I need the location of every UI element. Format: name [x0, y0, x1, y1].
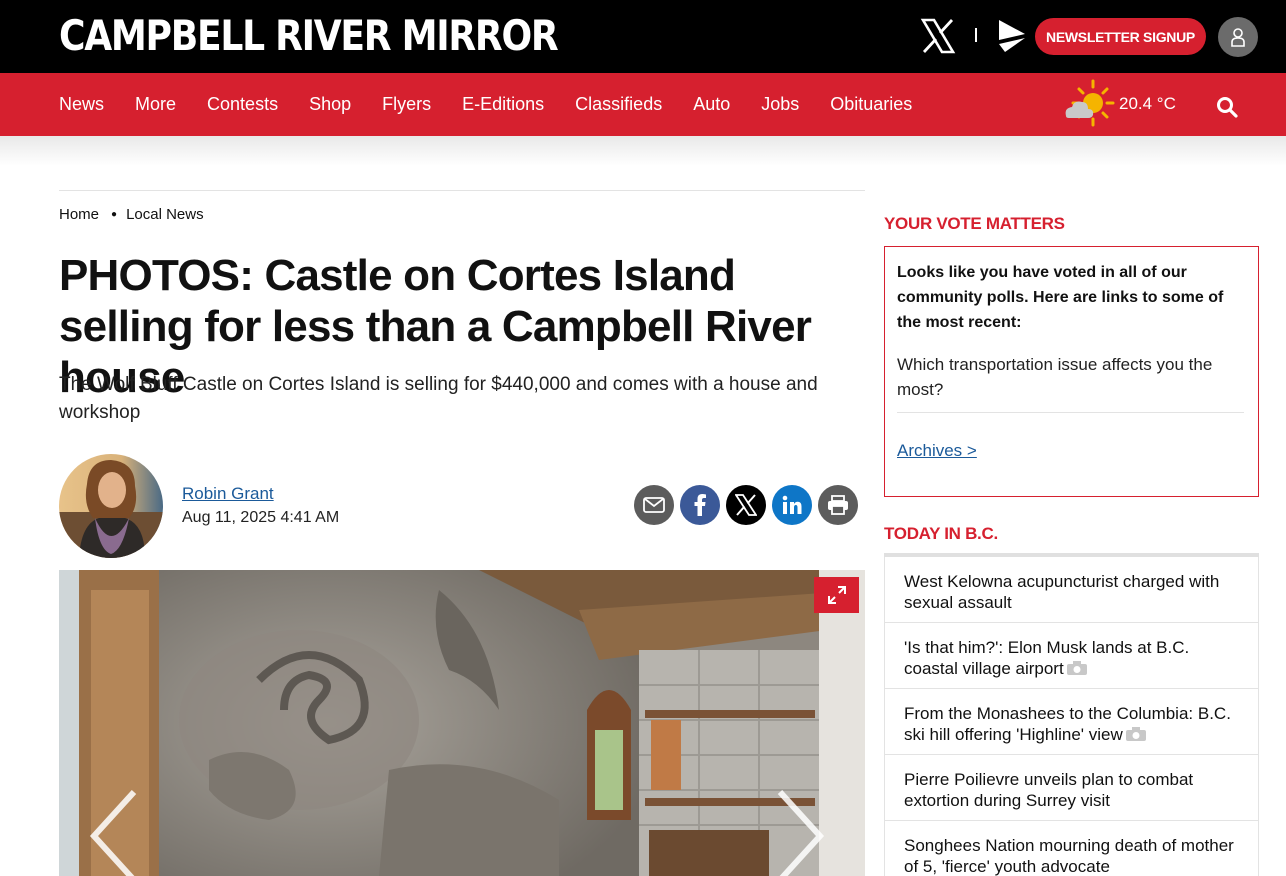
- publish-date: Aug 11, 2025 4:41 AM: [182, 509, 340, 526]
- camera-icon: [1066, 661, 1087, 675]
- list-item[interactable]: Pierre Poilievre unveils plan to combat …: [884, 755, 1259, 821]
- x-icon: [735, 494, 757, 516]
- share-linkedin-button[interactable]: [772, 485, 812, 525]
- nav-item-more[interactable]: More: [135, 94, 176, 115]
- nav-item-obituaries[interactable]: Obituaries: [830, 94, 912, 115]
- user-icon: [1231, 28, 1245, 47]
- x-social-icon[interactable]: [920, 18, 956, 54]
- nav-item-jobs[interactable]: Jobs: [761, 94, 799, 115]
- list-item[interactable]: 'Is that him?': Elon Musk lands at B.C. …: [884, 623, 1259, 689]
- poll-intro: Looks like you have voted in all of our …: [897, 264, 1224, 331]
- nav-item-auto[interactable]: Auto: [693, 94, 730, 115]
- list-item[interactable]: Songhees Nation mourning death of mother…: [884, 821, 1259, 876]
- email-icon: [643, 497, 665, 513]
- facebook-icon: [694, 494, 706, 516]
- poll-section-title: YOUR VOTE MATTERS: [884, 214, 1065, 233]
- poll-question-link[interactable]: Which transportation issue affects you t…: [897, 352, 1247, 402]
- nav-item-classifieds[interactable]: Classifieds: [575, 94, 662, 115]
- printer-icon: [828, 495, 848, 515]
- top-bar: CAMPBELL RIVER MIRROR NEWSLETTER SIGNUP: [0, 0, 1286, 73]
- share-facebook-button[interactable]: [680, 485, 720, 525]
- list-item[interactable]: From the Monashees to the Columbia: B.C.…: [884, 689, 1259, 755]
- breadcrumb-separator: ●: [111, 209, 118, 220]
- temperature-readout: 20.4 °C: [1119, 94, 1176, 113]
- print-button[interactable]: [818, 485, 858, 525]
- list-item[interactable]: West Kelowna acupuncturist charged with …: [884, 557, 1259, 623]
- divider: [897, 412, 1244, 413]
- today-list: West Kelowna acupuncturist charged with …: [884, 553, 1259, 876]
- nav-item-news[interactable]: News: [59, 94, 104, 115]
- newsletter-signup-button[interactable]: NEWSLETTER SIGNUP: [1035, 18, 1206, 55]
- share-email-button[interactable]: [634, 485, 674, 525]
- poll-archives-link[interactable]: Archives >: [897, 441, 977, 461]
- previous-slide-arrow-icon[interactable]: [88, 790, 138, 876]
- site-logo[interactable]: CAMPBELL RIVER MIRROR: [59, 12, 559, 60]
- camera-icon: [1125, 727, 1146, 741]
- nav-shadow: [0, 136, 1286, 166]
- user-account-button[interactable]: [1218, 17, 1258, 57]
- nav-item-flyers[interactable]: Flyers: [382, 94, 431, 115]
- breadcrumb-home[interactable]: Home: [59, 206, 99, 223]
- nav-item-shop[interactable]: Shop: [309, 94, 351, 115]
- partly-sunny-weather-icon[interactable]: [1060, 78, 1116, 128]
- nav-item-contests[interactable]: Contests: [207, 94, 278, 115]
- search-icon[interactable]: [1216, 96, 1238, 118]
- play-icon[interactable]: [997, 18, 1027, 54]
- divider: [59, 190, 865, 191]
- author-name-link[interactable]: Robin Grant: [182, 484, 274, 504]
- expand-photo-button[interactable]: [814, 577, 859, 613]
- author-avatar[interactable]: [59, 454, 163, 558]
- expand-icon: [827, 586, 846, 604]
- next-slide-arrow-icon[interactable]: [776, 790, 826, 876]
- linkedin-icon: [782, 495, 802, 514]
- today-section-title: TODAY IN B.C.: [884, 524, 998, 543]
- nav-item-e-editions[interactable]: E-Editions: [462, 94, 544, 115]
- divider: [975, 28, 977, 42]
- article-subhead: The Wolf Bluff Castle on Cortes Island i…: [59, 374, 818, 423]
- breadcrumb-section[interactable]: Local News: [126, 206, 204, 223]
- breadcrumb: Home ● Local News: [59, 206, 204, 223]
- share-x-button[interactable]: [726, 485, 766, 525]
- hero-photo[interactable]: [59, 570, 865, 876]
